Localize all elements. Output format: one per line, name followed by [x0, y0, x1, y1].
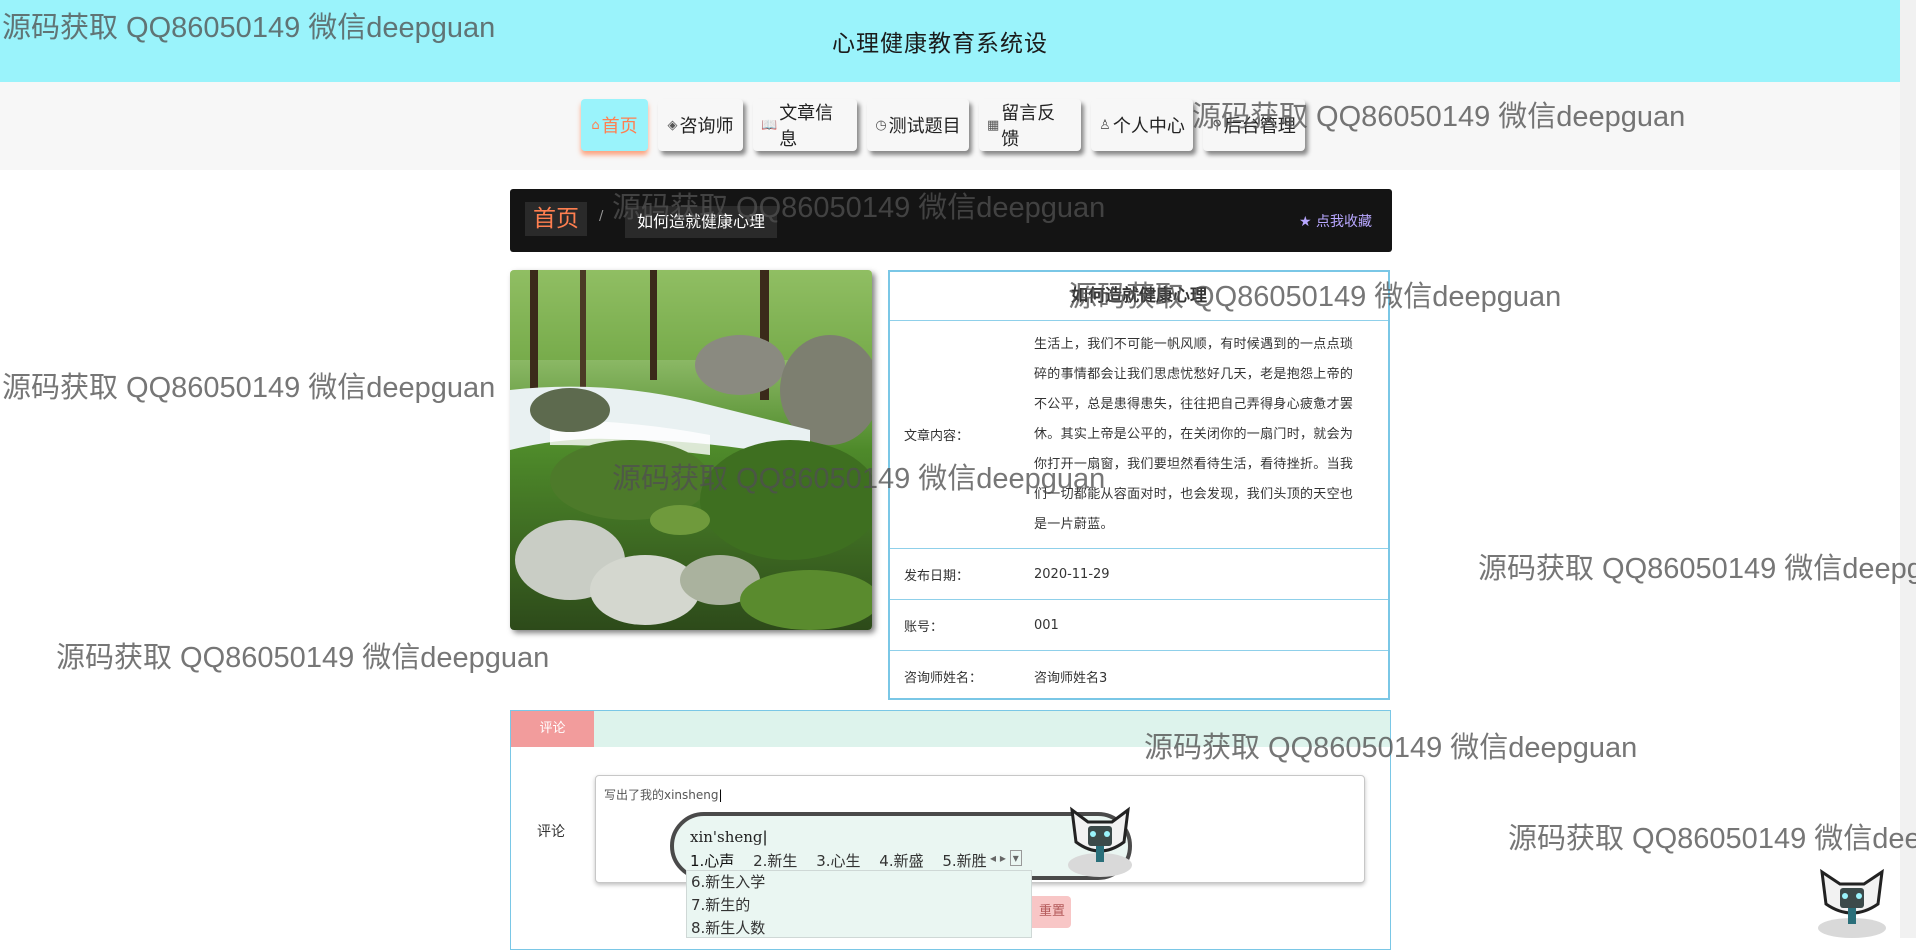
forest-stream-photo	[510, 270, 872, 630]
expand-icon[interactable]: ▾	[1009, 850, 1022, 866]
nav-feedback[interactable]: ▦ 留言反馈	[979, 99, 1081, 151]
ime-candidate[interactable]: 4.新盛	[879, 852, 923, 870]
breadcrumb: 首页 / 如何造就健康心理 ★ 点我收藏	[510, 189, 1392, 252]
watermark: 源码获取 QQ86050149 微信deepguan	[1478, 553, 1916, 585]
breadcrumb-current: 如何造就健康心理	[625, 206, 778, 238]
article-title: 如何造就健康心理	[890, 272, 1388, 321]
key-icon: ⚲	[1212, 117, 1222, 133]
content-label: 文章内容：	[904, 429, 970, 444]
nav-label: 咨询师	[679, 116, 734, 137]
ime-pinyin: xin'sheng|	[690, 828, 768, 846]
favorite-button[interactable]: ★ 点我收藏	[1299, 211, 1372, 231]
ime-candidates: 1.心声 2.新生 3.心生 4.新盛 5.新胜	[690, 850, 1001, 871]
nav-home[interactable]: ⌂ 首页	[581, 99, 648, 151]
nav-label: 个人中心	[1112, 116, 1185, 137]
counselor-row: 咨询师姓名： 咨询师姓名3	[890, 651, 1388, 702]
account-row: 账号： 001	[890, 600, 1388, 651]
clock-icon: ◷	[875, 117, 887, 133]
grid-icon: ▦	[987, 117, 1000, 133]
comment-field-label: 评论	[537, 824, 565, 840]
article-info-table: 如何造就健康心理 文章内容： 生活上，我们不可能一帆风顺，有时候遇到的一点点琐碎…	[888, 270, 1390, 700]
nav-label: 文章信息	[779, 103, 834, 150]
date-label: 发布日期：	[904, 568, 970, 584]
ime-candidate[interactable]: 2.新生	[753, 852, 797, 870]
page-scrollbar[interactable]	[1900, 0, 1916, 938]
nav-label: 测试题目	[888, 116, 961, 137]
ime-expanded-list: 6.新生入学 7.新生的 8.新生人数	[686, 870, 1032, 938]
ime-candidate[interactable]: 5.新胜	[942, 852, 986, 870]
user-icon: ♙	[1099, 117, 1111, 133]
breadcrumb-home[interactable]: 首页	[525, 202, 587, 236]
nav-tests[interactable]: ◷ 测试题目	[867, 99, 969, 151]
main-navbar: ⌂ 首页 ◈ 咨询师 📖 文章信息 ◷ 测试题目 ▦ 留言反馈 ♙ 个人中心 ⚲…	[0, 82, 1900, 170]
tab-comment[interactable]: 评论	[511, 711, 594, 747]
nav-label: 留言反馈	[1001, 103, 1056, 150]
comment-tabbar: 评论	[511, 711, 1390, 747]
breadcrumb-separator: /	[599, 209, 604, 224]
ime-candidate[interactable]: 1.心声	[690, 852, 734, 870]
date-row: 发布日期： 2020-11-29	[890, 549, 1388, 600]
ime-candidate[interactable]: 6.新生入学	[691, 871, 1031, 894]
ime-pinyin-text: xin'sheng	[690, 828, 763, 846]
cat-mascot-icon	[1068, 806, 1132, 877]
article-content: 生活上，我们不可能一帆风顺，有时候遇到的一点点琐碎的事情都会让我们思虑忧愁好几天…	[1034, 336, 1354, 532]
nav-label: 后台管理	[1223, 116, 1296, 137]
nav-profile[interactable]: ♙ 个人中心	[1091, 99, 1193, 151]
cat-mascot-corner-icon	[1818, 868, 1886, 938]
ime-page-arrows[interactable]: ◂ ▸ ▾	[990, 850, 1022, 866]
nav-admin[interactable]: ⚲ 后台管理	[1203, 99, 1305, 151]
account-value: 001	[1034, 617, 1059, 633]
watermark: 源码获取 QQ86050149 微信deepguan	[2, 372, 496, 404]
watermark: 源码获取 QQ86050149 微信deepguan	[1508, 823, 1916, 855]
nav-label: 首页	[601, 116, 638, 137]
content-row: 文章内容： 生活上，我们不可能一帆风顺，有时候遇到的一点点琐碎的事情都会让我们思…	[890, 321, 1388, 549]
star-icon: ★	[1298, 214, 1312, 230]
nav-list: ⌂ 首页 ◈ 咨询师 📖 文章信息 ◷ 测试题目 ▦ 留言反馈 ♙ 个人中心 ⚲…	[581, 99, 1315, 151]
article-image	[510, 270, 872, 630]
site-title: 心理健康教育系统设	[832, 31, 1048, 57]
publish-date: 2020-11-29	[1034, 566, 1110, 582]
prev-arrow-icon[interactable]: ◂	[990, 851, 996, 865]
counselor-label: 咨询师姓名：	[904, 671, 983, 686]
ime-candidate[interactable]: 7.新生的	[691, 894, 1031, 917]
book-icon: 📖	[761, 117, 778, 133]
ime-candidate[interactable]: 3.心生	[816, 852, 860, 870]
nav-articles[interactable]: 📖 文章信息	[753, 99, 857, 151]
nav-counselor[interactable]: ◈ 咨询师	[658, 99, 743, 151]
comment-text: 写出了我的xinsheng	[604, 788, 719, 802]
ime-candidate[interactable]: 8.新生人数	[691, 917, 1031, 940]
account-label: 账号：	[904, 619, 944, 635]
favorite-label: 点我收藏	[1316, 214, 1372, 230]
layers-icon: ◈	[667, 117, 678, 133]
site-header: 心理健康教育系统设	[0, 0, 1900, 83]
next-arrow-icon[interactable]: ▸	[1000, 851, 1006, 865]
home-icon: ⌂	[591, 117, 600, 133]
watermark: 源码获取 QQ86050149 微信deepguan	[56, 642, 550, 674]
counselor-name: 咨询师姓名3	[1034, 671, 1108, 686]
